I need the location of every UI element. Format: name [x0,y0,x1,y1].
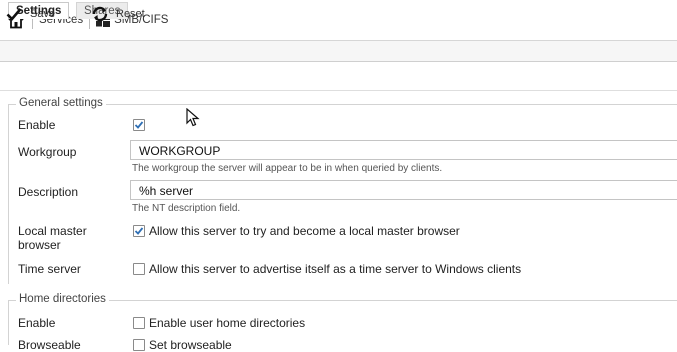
workgroup-hint: The workgroup the server will appear to … [132,163,443,174]
time-server-text: Allow this server to advertise itself as… [149,262,522,276]
description-hint: The NT description field. [132,203,241,214]
tab-strip [0,40,677,62]
general-fieldset-border-left [8,104,9,284]
mouse-cursor-icon [186,107,200,133]
home-enable-label: Enable [18,316,56,330]
description-label: Description [18,185,79,199]
general-fieldset-border [8,104,677,105]
browseable-text: Set browseable [149,338,232,352]
general-settings-legend: General settings [16,97,106,109]
checkmark-icon [134,227,144,235]
save-button[interactable]: Save [6,5,55,23]
checkmark-icon [6,7,22,21]
local-master-label-line2: browser [18,238,61,252]
refresh-icon [90,5,110,23]
browseable-checkbox[interactable] [133,339,145,351]
description-input[interactable] [130,180,677,200]
enable-checkbox[interactable] [133,119,145,131]
home-directories-legend: Home directories [16,293,109,305]
workgroup-input[interactable] [130,140,677,160]
enable-label: Enable [18,118,56,132]
home-enable-checkbox[interactable] [133,317,145,329]
toolbar [0,62,677,91]
local-master-label-line1: Local master [18,224,87,238]
reset-button[interactable]: Reset [90,5,145,23]
time-server-checkbox[interactable] [133,263,145,275]
browseable-label: Browseable [18,338,81,352]
workgroup-label: Workgroup [18,145,77,159]
home-enable-text: Enable user home directories [149,316,306,330]
local-master-text: Allow this server to try and become a lo… [149,224,460,238]
reset-label: Reset [116,8,145,20]
time-server-label: Time server [18,262,81,276]
local-master-checkbox[interactable] [133,225,145,237]
save-label: Save [30,8,56,20]
checkmark-icon [134,121,144,129]
home-fieldset-border-left [8,300,9,345]
